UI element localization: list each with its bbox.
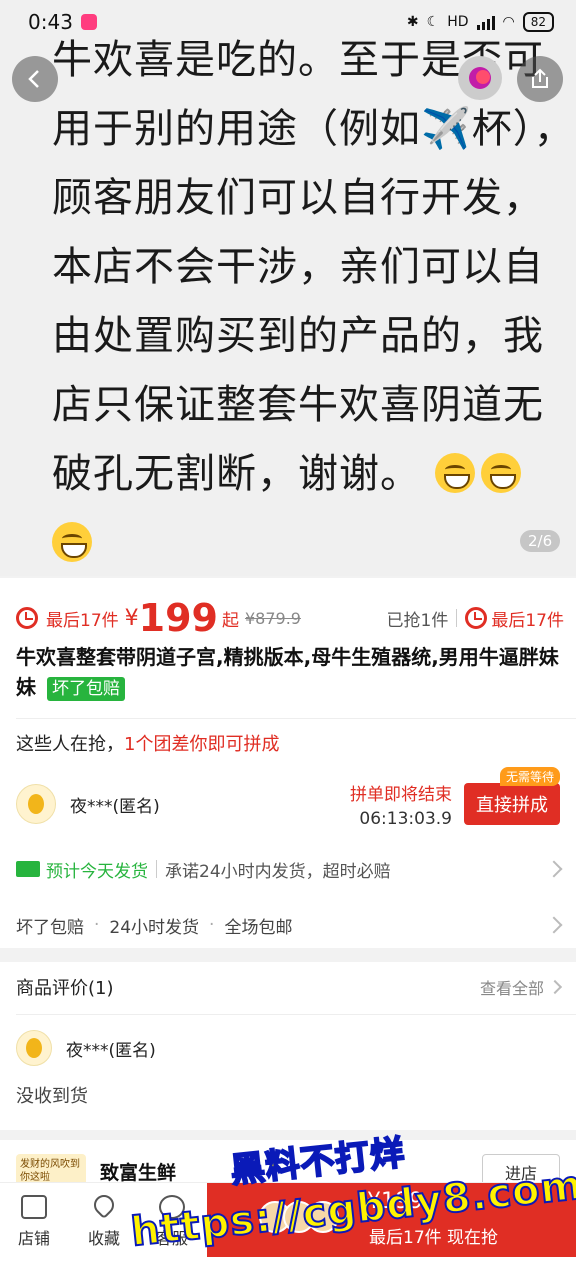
- reviews-card: 商品评价(1) 查看全部 夜***(匿名) 没收到货: [0, 962, 576, 1130]
- network-label: HD: [447, 14, 469, 30]
- battery-icon: 82: [522, 12, 554, 32]
- chat-icon: [159, 1195, 185, 1219]
- divider: [16, 718, 576, 719]
- signal-icon: [476, 14, 495, 30]
- price-row: 最后17件 ¥ 199 起 ¥879.9 已抢1件 最后17件: [16, 590, 564, 646]
- group-countdown: 拼单即将结束 06:13:03.9: [350, 780, 452, 829]
- divider: [156, 860, 157, 878]
- product-info-card: 最后17件 ¥ 199 起 ¥879.9 已抢1件 最后17件 牛欢喜整套带阴道…: [0, 578, 576, 948]
- truck-icon: [16, 861, 40, 877]
- chevron-right-icon: [545, 860, 563, 878]
- moon-icon: ☾: [426, 14, 440, 30]
- shipping-label: 预计今天发货: [46, 861, 148, 882]
- sold-count: 已抢1件: [386, 610, 449, 631]
- status-icons: ✱ ☾ HD ◠ 82: [407, 12, 554, 32]
- review-text: 没收到货: [16, 1086, 88, 1107]
- see-all-label: 查看全部: [479, 979, 544, 998]
- group-buy-heading-prefix: 这些人在抢，: [16, 734, 124, 755]
- service-nav-label: 客服: [155, 1229, 188, 1248]
- reviews-header: 商品评价(1) 查看全部: [16, 972, 563, 1002]
- image-page-counter: 2/6: [520, 530, 561, 552]
- stock-left-label: 最后17件: [46, 610, 119, 631]
- review-user: 夜***(匿名): [16, 1030, 156, 1066]
- shop-icon: [21, 1195, 47, 1219]
- shipping-row[interactable]: 预计今天发货 承诺24小时内发货，超时必赔: [16, 854, 563, 884]
- grinning-emoji-icon: [480, 453, 521, 493]
- image-text-line: 用于别的用途（例如✈️杯），: [52, 106, 575, 152]
- shipping-promise: 承诺24小时内发货，超时必赔: [165, 861, 391, 882]
- join-group-label: 直接拼成: [476, 795, 548, 816]
- no-wait-tag: 无需等待: [499, 767, 560, 786]
- bluetooth-icon: ✱: [406, 14, 419, 30]
- shop-nav-button[interactable]: 店铺: [4, 1195, 64, 1249]
- price-suffix: 起: [221, 610, 239, 631]
- shop-nav-label: 店铺: [17, 1229, 50, 1248]
- group-buy-heading: 这些人在抢，1个团差你即可拼成: [16, 730, 279, 756]
- buyer-avatars: [259, 1201, 339, 1233]
- bottom-action-bar: 店铺 收藏 客服 ¥199 最后17件 现在抢: [0, 1182, 576, 1280]
- stock-left-label-right: 最后17件: [491, 610, 564, 631]
- image-text-line: 本店不会干涉，亲们可以自: [52, 244, 544, 290]
- tag-button[interactable]: [458, 56, 502, 100]
- currency-symbol: ¥: [124, 605, 139, 631]
- reviews-heading: 商品评价(1): [16, 978, 114, 999]
- chevron-right-icon: [547, 979, 563, 995]
- favorite-nav-label: 收藏: [87, 1229, 120, 1248]
- notification-app-icon: [80, 14, 97, 30]
- product-image-carousel[interactable]: 0:43 ✱ ☾ HD ◠ 82 牛欢喜是吃的。至于是否可 用于别的用途（例如✈…: [0, 0, 576, 576]
- grinning-emoji-icon: [434, 453, 475, 493]
- services-row[interactable]: 坏了包赔 · 24小时发货 · 全场包邮: [16, 910, 563, 940]
- group-buy-row: 夜***(匿名) 拼单即将结束 06:13:03.9 无需等待 直接拼成: [16, 767, 560, 832]
- dot-separator: ·: [209, 915, 215, 935]
- join-group-button[interactable]: 无需等待 直接拼成: [464, 767, 560, 825]
- share-button[interactable]: [517, 56, 563, 102]
- image-text-line: 破孔无割断，谢谢。: [52, 440, 532, 509]
- avatar: [16, 1030, 52, 1066]
- alarm-clock-icon: [465, 607, 488, 629]
- back-arrow-icon: [28, 70, 39, 88]
- buy-price: ¥199: [367, 1189, 423, 1214]
- image-text-line: 顾客朋友们可以自行开发，: [52, 175, 544, 221]
- original-price: ¥879.9: [244, 608, 301, 628]
- tag-icon: [469, 67, 491, 89]
- grinning-emoji-icon: [52, 522, 92, 562]
- back-button[interactable]: [12, 56, 58, 102]
- group-countdown-timer: 06:13:03.9: [359, 808, 452, 829]
- review-user-name: 夜***(匿名): [66, 1040, 156, 1061]
- avatar: [16, 784, 56, 824]
- see-all-reviews-link[interactable]: 查看全部: [479, 975, 563, 999]
- spacer: [0, 840, 576, 848]
- image-text-line: 由处置购买到的产品的，我: [52, 313, 544, 359]
- image-text-line: [52, 509, 532, 576]
- store-name: 致富生鲜: [100, 1162, 177, 1184]
- buy-now-button[interactable]: ¥199 最后17件 现在抢: [207, 1183, 576, 1257]
- image-text-line: 店只保证整套牛欢喜阴道无: [52, 382, 544, 428]
- divider: [16, 1014, 576, 1015]
- service-item: 24小时发货: [109, 917, 200, 938]
- share-icon: [532, 68, 548, 88]
- favorite-nav-button[interactable]: 收藏: [74, 1190, 134, 1249]
- chevron-right-icon: [545, 916, 563, 934]
- service-nav-button[interactable]: 客服: [142, 1195, 202, 1249]
- image-text: 牛欢喜是吃的。至于是否可 用于别的用途（例如✈️杯）， 顾客朋友们可以自行开发，…: [52, 26, 575, 576]
- dot-separator: ·: [94, 915, 100, 935]
- heart-icon: [89, 1190, 119, 1220]
- group-user-name: 夜***(匿名): [70, 796, 160, 817]
- service-item: 坏了包赔: [16, 917, 84, 938]
- product-title: 牛欢喜整套带阴道子宫,精挑版本,母牛生殖器统,男用牛逼胖妹妹 坏了包赔: [16, 642, 562, 702]
- alarm-clock-icon: [16, 607, 38, 629]
- wifi-icon: ◠: [502, 14, 515, 30]
- service-item: 全场包邮: [224, 917, 293, 938]
- status-bar: 0:43 ✱ ☾ HD ◠ 82: [0, 0, 576, 44]
- divider: [456, 609, 458, 627]
- price-value: 199: [138, 596, 218, 640]
- image-text-line-end: 破孔无割断，谢谢。: [52, 451, 421, 497]
- status-time: 0:43: [28, 10, 73, 34]
- buy-label: 最后17件 现在抢: [369, 1228, 499, 1248]
- guarantee-badge: 坏了包赔: [46, 677, 125, 701]
- group-ending-label: 拼单即将结束: [350, 784, 452, 805]
- group-buy-heading-highlight: 1个团差你即可拼成: [124, 734, 280, 755]
